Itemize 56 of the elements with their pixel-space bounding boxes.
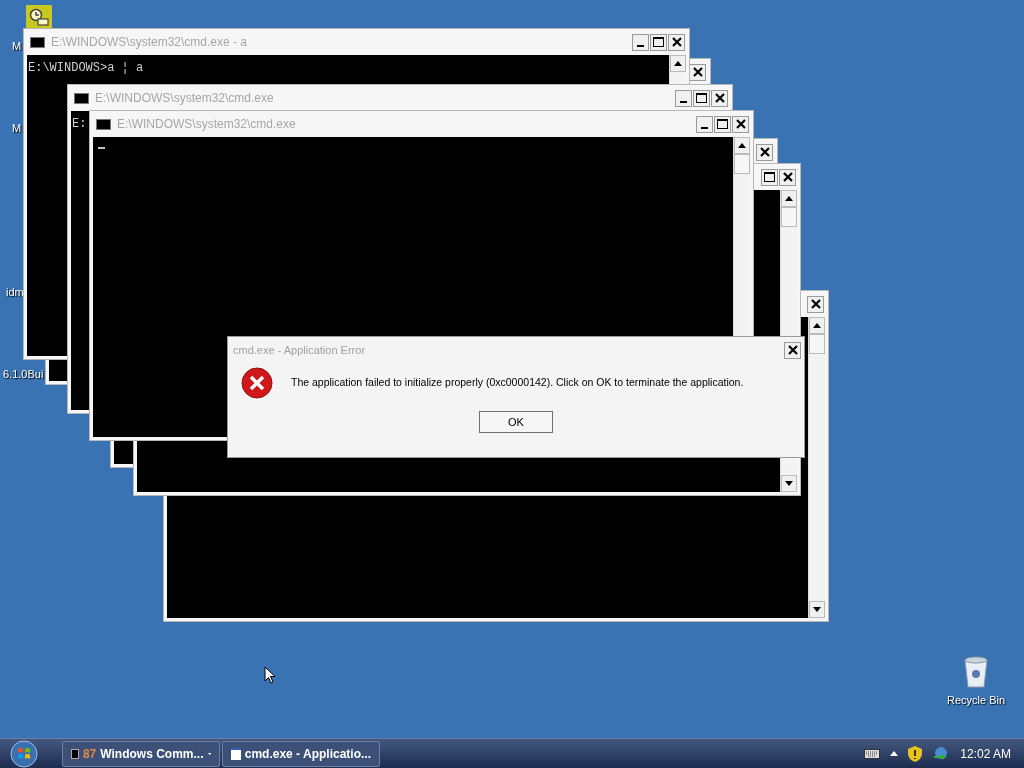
window-icon: [231, 747, 241, 760]
desktop-icon-label[interactable]: 6.1.0Bui: [3, 366, 44, 383]
error-icon: [241, 367, 273, 399]
ok-button[interactable]: OK: [479, 411, 553, 433]
close-button[interactable]: [756, 143, 773, 161]
scheduler-icon[interactable]: [26, 5, 52, 28]
console-icon: [71, 748, 79, 759]
console-icon: [96, 118, 111, 130]
minimize-button[interactable]: [632, 33, 649, 51]
close-button[interactable]: [779, 168, 796, 186]
window-title: E:\WINDOWS\system32\cmd.exe - a: [51, 34, 248, 51]
clock[interactable]: 12:02 AM: [960, 744, 1011, 763]
shield-icon[interactable]: [908, 745, 923, 762]
scroll-up-icon[interactable]: [781, 190, 797, 207]
taskbar-label: cmd.exe - Applicatio...: [244, 745, 371, 763]
maximize-button[interactable]: [650, 33, 667, 51]
taskbar-button[interactable]: cmd.exe - Applicatio...: [222, 740, 380, 767]
desktop-icon-label[interactable]: idm: [6, 284, 24, 301]
scroll-thumb[interactable]: [781, 207, 797, 227]
taskbar-button[interactable]: 87 Windows Comm...: [62, 740, 220, 767]
close-button[interactable]: [807, 295, 824, 313]
console-icon: [74, 92, 89, 104]
group-count: 87: [82, 745, 97, 763]
scroll-up-icon[interactable]: [734, 137, 750, 154]
scroll-down-icon[interactable]: [781, 475, 797, 492]
minimize-button[interactable]: [675, 89, 692, 107]
maximize-button[interactable]: [761, 168, 778, 186]
window-title: E:\WINDOWS\system32\cmd.exe: [95, 90, 274, 107]
console-icon: [30, 36, 45, 48]
close-button[interactable]: [732, 115, 749, 133]
close-button[interactable]: [668, 33, 685, 51]
desktop-icon-label[interactable]: M: [12, 38, 22, 55]
minimize-button[interactable]: [696, 115, 713, 133]
recycle-bin-icon[interactable]: [963, 656, 989, 688]
maximize-button[interactable]: [693, 89, 710, 107]
scrollbar[interactable]: [808, 317, 825, 618]
start-button[interactable]: [9, 739, 39, 768]
desktop-icon-label[interactable]: Recycle Bin: [946, 692, 1006, 709]
scroll-up-icon[interactable]: [670, 55, 686, 72]
scroll-thumb[interactable]: [734, 154, 750, 174]
close-button[interactable]: [784, 341, 801, 359]
console-text: E:\WINDOWS>a ¦ a: [28, 61, 144, 75]
scroll-thumb[interactable]: [809, 334, 825, 354]
scroll-up-icon[interactable]: [809, 317, 825, 334]
tray-expand-icon[interactable]: [890, 751, 899, 756]
mouse-pointer-icon: [264, 666, 276, 684]
window-title: E:\WINDOWS\system32\cmd.exe: [117, 116, 296, 133]
dialog-title: cmd.exe - Application Error: [233, 342, 366, 358]
close-button[interactable]: [711, 89, 728, 107]
taskbar-label: Windows Comm...: [100, 745, 204, 763]
keyboard-icon[interactable]: [864, 748, 881, 759]
error-message: The application failed to initialize properly (0xc0000142). Click on OK to terminate the application.: [291, 375, 744, 391]
maximize-button[interactable]: [714, 115, 731, 133]
scroll-down-icon[interactable]: [809, 601, 825, 618]
desktop-icon-label[interactable]: M: [12, 120, 22, 137]
console-text: E:: [72, 117, 87, 131]
